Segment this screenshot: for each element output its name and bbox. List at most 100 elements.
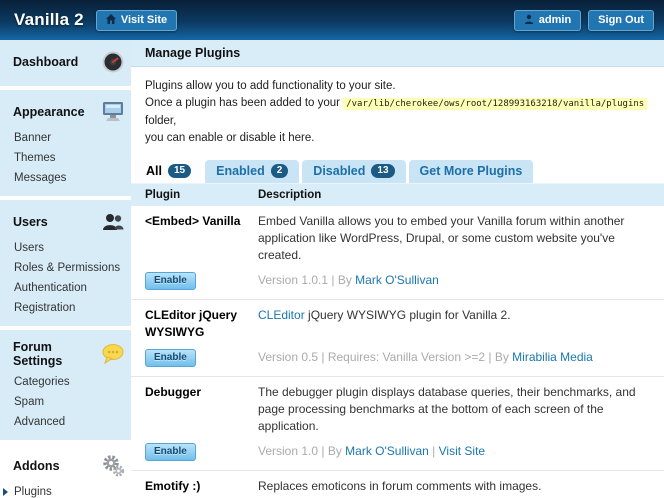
sidebar-item-spam[interactable]: Spam [0,392,131,412]
text-link[interactable]: Mark O'Sullivan [345,444,429,458]
enable-button[interactable]: Enable [145,349,196,367]
text-segment: Replaces emoticons in forum comments wit… [258,479,541,493]
admin-user-label: admin [539,14,571,26]
page-title: Manage Plugins [131,40,664,67]
sidebar-item-plugins[interactable]: Plugins [0,482,131,498]
table-header: Plugin Description [131,183,664,206]
plugin-row-debugger: Debugger The debugger plugin displays da… [131,377,664,471]
app-title: Vanilla 2 [14,10,84,30]
sidebar-section-addons: Addons Plugins Applications Locales [0,444,131,498]
tab-all[interactable]: All 15 [135,160,202,183]
topbar: Vanilla 2 Visit Site admin Sign Out [0,0,664,40]
active-item-arrow-icon [3,488,8,496]
gears-icon [101,454,125,478]
enable-button[interactable]: Enable [145,272,196,290]
text-segment: The debugger plugin displays database qu… [258,385,636,433]
tab-enabled[interactable]: Enabled 2 [205,160,299,183]
tab-count-badge: 2 [271,164,289,178]
users-icon [101,210,125,234]
tab-label: Get More Plugins [420,164,523,178]
intro-line-2: Once a plugin has been added to your /va… [145,95,650,130]
sign-out-label: Sign Out [598,14,644,26]
plugin-row-cleditor-jquery-wysiwyg: CLEditor jQuery WYSIWYG CLEditor jQuery … [131,300,664,377]
text-link[interactable]: Mark O'Sullivan [355,273,439,287]
plugin-meta: Version 0.5 | Requires: Vanilla Version … [258,349,654,365]
text-link[interactable]: Visit Site [439,444,485,458]
text-segment: Version 1.0 | By [258,444,345,458]
sidebar-item-label: Roles & Permissions [14,262,120,274]
text-segment: Version 0.5 | Requires: Vanilla Version … [258,350,512,364]
tab-label: Enabled [216,164,265,178]
sign-out-button[interactable]: Sign Out [588,10,654,31]
gauge-icon [101,50,125,74]
tab-label: Disabled [313,164,365,178]
sidebar-section-title: Forum Settings [13,340,101,368]
plugin-description: Embed Vanilla allows you to embed your V… [258,213,654,264]
column-header-plugin: Plugin [145,189,258,201]
sidebar-item-authentication[interactable]: Authentication [0,278,131,298]
intro-line-1: Plugins allow you to add functionality t… [145,78,650,95]
plugin-row-embed-vanilla: <Embed> Vanilla Embed Vanilla allows you… [131,206,664,300]
plugin-tabs: All 15 Enabled 2 Disabled 13 Get More Pl… [135,160,664,183]
text-segment: Version 1.0.1 | By [258,273,355,287]
monitor-icon [101,100,125,124]
intro-line2-prefix: Once a plugin has been added to your [145,97,343,109]
plugin-description: Replaces emoticons in forum comments wit… [258,478,654,495]
sidebar-section-header[interactable]: Appearance [0,96,131,128]
sidebar-section-users: Users Users Roles & Permissions Authenti… [0,200,131,326]
sidebar-item-registration[interactable]: Registration [0,298,131,318]
plugins-folder-path: /var/lib/cherokee/ows/root/128993163218/… [343,98,647,110]
sidebar-item-messages[interactable]: Messages [0,168,131,188]
tab-count-badge: 13 [371,164,394,178]
sidebar-item-themes[interactable]: Themes [0,148,131,168]
sidebar-item-label: Themes [14,152,56,164]
sidebar-section-dashboard: Dashboard [0,40,131,86]
plugin-name: Emotify :) [145,478,258,495]
sidebar-section-header[interactable]: Users [0,206,131,238]
sidebar-item-label: Spam [14,396,44,408]
sidebar-item-banner[interactable]: Banner [0,128,131,148]
sidebar-item-label: Users [14,242,44,254]
sidebar-item-label: Banner [14,132,51,144]
column-header-description: Description [258,189,656,201]
intro-line-3: you can enable or disable it here. [145,130,650,147]
home-icon [106,14,116,27]
enable-button[interactable]: Enable [145,443,196,461]
tab-disabled[interactable]: Disabled 13 [302,160,405,183]
sidebar-section-appearance: Appearance Banner Themes Messages [0,90,131,196]
visit-site-label: Visit Site [121,14,167,26]
sidebar-section-title: Dashboard [13,55,78,69]
sidebar-item-label: Plugins [14,486,52,498]
tab-get-more-plugins[interactable]: Get More Plugins [409,160,534,183]
text-segment: jQuery WYSIWYG plugin for Vanilla 2. [305,308,511,322]
sidebar: Dashboard Appearance Banner Themes Messa… [0,40,131,498]
user-icon [524,14,534,27]
tab-count-badge: 15 [168,164,191,178]
sidebar-section-forum-settings: Forum Settings Categories Spam Advanced [0,330,131,440]
plugin-row-emotify: Emotify :) Replaces emoticons in forum c… [131,471,664,498]
visit-site-button[interactable]: Visit Site [96,10,177,31]
sidebar-section-header[interactable]: Forum Settings [0,336,131,372]
sidebar-section-title: Appearance [13,105,85,119]
sidebar-item-roles-permissions[interactable]: Roles & Permissions [0,258,131,278]
sidebar-item-label: Authentication [14,282,87,294]
sidebar-section-header[interactable]: Dashboard [0,46,131,78]
text-link[interactable]: CLEditor [258,308,305,322]
plugin-description: CLEditor jQuery WYSIWYG plugin for Vanil… [258,307,654,341]
sidebar-item-users[interactable]: Users [0,238,131,258]
intro-line2-suffix: folder, [145,115,176,127]
speech-bubble-icon [101,342,125,366]
text-segment: | [429,444,439,458]
sidebar-item-label: Categories [14,376,70,388]
sidebar-item-label: Registration [14,302,75,314]
admin-user-button[interactable]: admin [514,10,581,31]
sidebar-item-categories[interactable]: Categories [0,372,131,392]
sidebar-section-title: Addons [13,459,60,473]
sidebar-item-advanced[interactable]: Advanced [0,412,131,432]
plugin-table: <Embed> Vanilla Embed Vanilla allows you… [131,206,664,498]
sidebar-section-header[interactable]: Addons [0,450,131,482]
app-window: Vanilla 2 Visit Site admin Sign Out Dash… [0,0,664,498]
text-link[interactable]: Mirabilia Media [512,350,593,364]
plugin-name: CLEditor jQuery WYSIWYG [145,307,258,341]
plugin-name: Debugger [145,384,258,435]
